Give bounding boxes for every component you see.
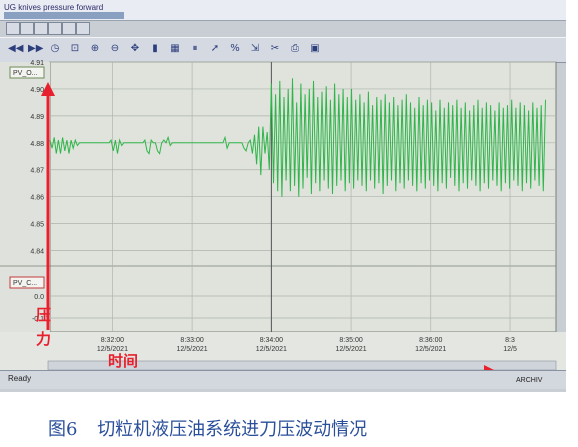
y-tick-label: 4.87 [30, 168, 44, 175]
legend-item: PV_O... [9, 66, 45, 79]
x-tick-time: 8:3 [505, 337, 515, 344]
y-axis-annotation-top: 压 [36, 306, 51, 324]
x-tick-date: 12/5/2021 [177, 346, 208, 353]
status-bar: Ready ARCHIV [0, 370, 566, 389]
legend-label: PV_C... [13, 280, 37, 287]
y-tick-label: 4.90 [30, 87, 44, 94]
x-tick-date: 12/5/2021 [415, 346, 446, 353]
x-tick-date: 12/5/2021 [335, 346, 366, 353]
legend-item: PV_C... [9, 276, 45, 289]
y-tick-label: 4.88 [30, 141, 44, 148]
mode-indicator: ARCHIV [516, 377, 543, 384]
x-tick-time: 8:32:00 [101, 337, 124, 344]
figure-caption: 图6 切粒机液压油系统进刀压波动情况 [48, 415, 367, 441]
figure-caption-text: 切粒机液压油系统进刀压波动情况 [97, 419, 368, 440]
x-tick-date: 12/5 [503, 346, 517, 353]
x-axis-annotation: 时间 [108, 352, 138, 370]
y-tick-label: 0.0 [34, 294, 44, 301]
y-axis-annotation-bottom: 力 [36, 330, 51, 348]
y-tick-label: 4.86 [30, 195, 44, 202]
x-tick-date: 12/5/2021 [256, 346, 287, 353]
figure-number: 图6 [48, 419, 78, 440]
x-tick-time: 8:35:00 [339, 337, 362, 344]
trend-plot: 4.914.904.894.884.874.864.854.840.0-0.18… [0, 60, 566, 379]
hmi-screen: UG knives pressure forward ◀◀ ▶▶ ◷ ⊡ ⊕ ⊖ ✥ ▮ ▦ ⏸ ➚… [0, 0, 566, 392]
status-text: Ready [8, 374, 32, 383]
y-tick-label: 4.85 [30, 222, 44, 229]
y-tick-label: 4.84 [30, 249, 44, 256]
x-tick-time: 8:33:00 [180, 337, 203, 344]
y-tick-label: 4.89 [30, 114, 44, 121]
x-tick-time: 8:34:00 [260, 337, 283, 344]
x-tick-time: 8:36:00 [419, 337, 442, 344]
legend-label: PV_O... [13, 70, 38, 77]
y-tick-label: 4.91 [30, 60, 44, 67]
